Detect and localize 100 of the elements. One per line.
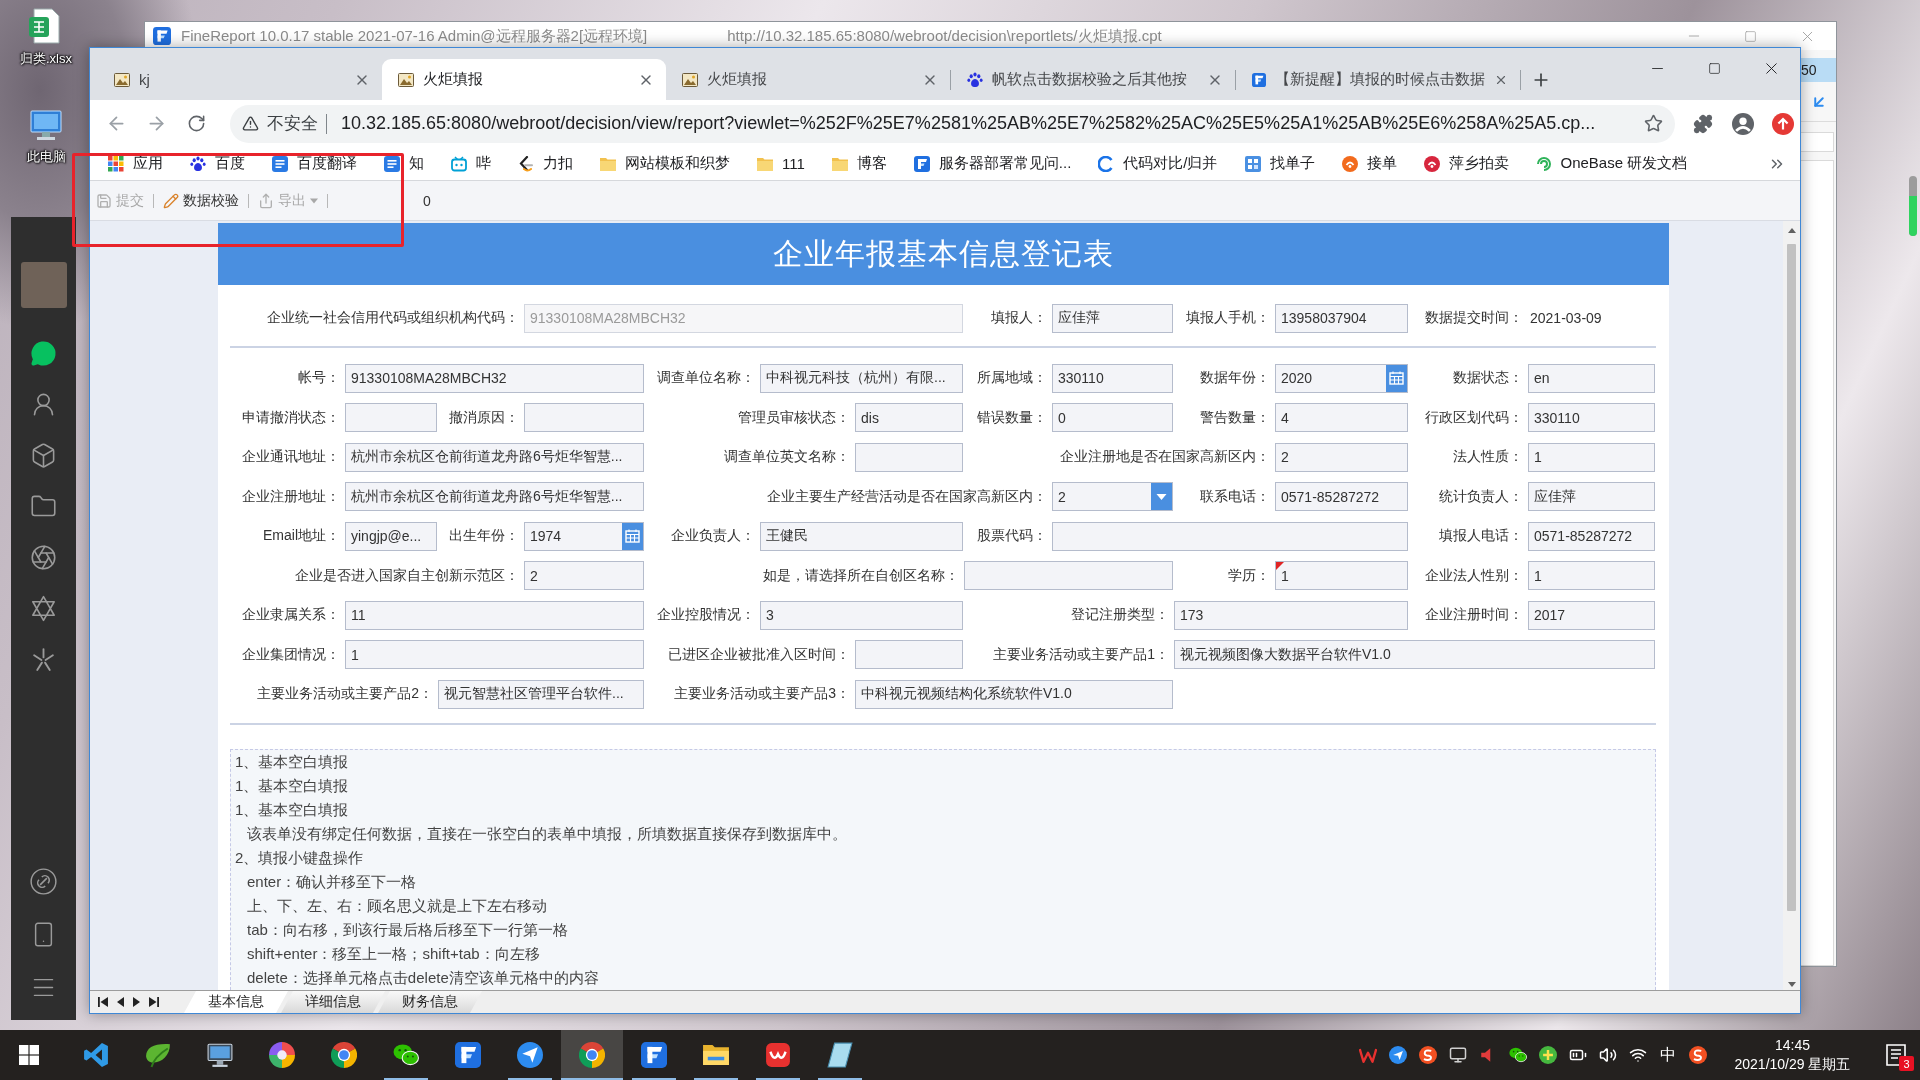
- input-field[interactable]: yingjp@e...: [345, 521, 437, 551]
- toolbar-button[interactable]: 数据校验: [159, 187, 243, 214]
- bookmark[interactable]: 力扣: [518, 154, 573, 173]
- input-field[interactable]: [855, 442, 963, 472]
- input-method-label[interactable]: 中: [1660, 1044, 1676, 1066]
- bookmark[interactable]: 代码对比/归并: [1098, 154, 1218, 173]
- last-sheet-icon[interactable]: [149, 997, 159, 1007]
- input-field[interactable]: 中科视元视频结构化系统软件V1.0: [855, 679, 1173, 709]
- sheet-tab[interactable]: 财务信息: [378, 991, 482, 1013]
- bookmark[interactable]: 百度翻译: [272, 154, 357, 173]
- scroll-thumb[interactable]: [1787, 244, 1796, 911]
- bookmark[interactable]: 博客: [831, 154, 887, 173]
- aperture-icon[interactable]: [30, 544, 57, 571]
- bookmark[interactable]: 找单子: [1244, 154, 1315, 173]
- wifi-icon[interactable]: [1629, 1046, 1647, 1064]
- profile-icon[interactable]: [1732, 112, 1754, 135]
- scroll-up-icon[interactable]: [1787, 228, 1796, 233]
- bookmark[interactable]: 萍乡拍卖: [1423, 154, 1509, 173]
- puzzle-icon[interactable]: [1693, 113, 1713, 134]
- input-field[interactable]: 视元智慧社区管理平台软件...: [438, 679, 644, 709]
- input-field[interactable]: 1: [1528, 442, 1655, 472]
- monitor-icon[interactable]: [1449, 1046, 1467, 1064]
- input-field[interactable]: [964, 561, 1173, 590]
- input-field[interactable]: 0571-85287272: [1275, 482, 1408, 511]
- first-sheet-icon[interactable]: [98, 997, 108, 1007]
- field-label: 申请撤消状态：: [242, 408, 341, 427]
- notification-icon[interactable]: [1886, 1044, 1906, 1066]
- input-field[interactable]: 2: [1275, 442, 1408, 472]
- input-field[interactable]: [524, 403, 644, 432]
- bookmark[interactable]: 哔: [451, 154, 491, 173]
- dropdown-field[interactable]: 2: [1052, 482, 1173, 511]
- input-field[interactable]: [855, 640, 963, 669]
- bookmark[interactable]: 百度: [190, 154, 245, 173]
- input-field[interactable]: 应佳萍: [1528, 482, 1655, 511]
- input-field[interactable]: [1052, 521, 1408, 551]
- bookmark[interactable]: OneBase 研发文档: [1535, 154, 1688, 173]
- input-field[interactable]: 3: [760, 600, 963, 630]
- windows-logo-icon[interactable]: [19, 1045, 39, 1065]
- previous-sheet-icon[interactable]: [117, 997, 124, 1007]
- hexagram-icon[interactable]: [30, 595, 57, 622]
- date-field[interactable]: 2020: [1275, 363, 1408, 393]
- chat-icon[interactable]: [30, 340, 57, 367]
- calendar-icon[interactable]: [622, 522, 643, 550]
- input-field[interactable]: 0571-85287272: [1528, 521, 1655, 551]
- maximize-icon[interactable]: [1708, 61, 1721, 75]
- cube-icon[interactable]: [30, 442, 57, 469]
- clock-date[interactable]: 2021/10/29 星期五: [1734, 1055, 1851, 1074]
- input-field[interactable]: en: [1528, 363, 1655, 393]
- browser-tab[interactable]: 火炬填报: [382, 59, 666, 100]
- browser-tab[interactable]: 【新提醒】填报的时候点击数据: [1236, 59, 1520, 100]
- input-field[interactable]: 330110: [1528, 403, 1655, 432]
- input-field[interactable]: 13958037904: [1275, 303, 1408, 333]
- bookmark[interactable]: 网站模板和织梦: [600, 154, 730, 173]
- clock-time[interactable]: 14:45: [1774, 1036, 1810, 1053]
- input-field[interactable]: 王健民: [760, 521, 963, 551]
- field-label: 填报人：: [991, 309, 1048, 327]
- browser-tab[interactable]: 火炬填报: [666, 59, 950, 100]
- input-field[interactable]: 杭州市余杭区仓前街道龙舟路6号炬华智慧...: [345, 442, 644, 472]
- input-field[interactable]: 1: [345, 640, 644, 669]
- input-field[interactable]: 视元视频图像大数据平台软件V1.0: [1174, 640, 1655, 669]
- bookmark[interactable]: 应用: [108, 154, 163, 173]
- bookmark[interactable]: 111: [757, 155, 805, 172]
- bookmark[interactable]: 知: [384, 154, 424, 173]
- input-field[interactable]: 2017: [1528, 600, 1655, 630]
- bookmark[interactable]: 服务器部署常见问...: [913, 154, 1072, 173]
- desktop-icon-label[interactable]: 归类.xlsx: [20, 50, 72, 68]
- browser-tab[interactable]: 帆软点击数据校验之后其他按: [951, 59, 1235, 100]
- date-field[interactable]: 1974: [524, 521, 644, 551]
- address-bar[interactable]: 不安全 10.32.185.65:8080/webroot/decision/view/report?viewlet=%252F%25E7%2581%25AB%25E7%2582%25AC%25E5%25A1%25AB%25E6%258A%25A5.cp...: [230, 104, 1675, 143]
- bookmark[interactable]: 接单: [1341, 154, 1397, 173]
- input-field[interactable]: [345, 403, 437, 432]
- next-sheet-icon[interactable]: [133, 997, 140, 1007]
- star-icon[interactable]: [1644, 114, 1663, 133]
- input-field[interactable]: 4: [1275, 403, 1408, 432]
- browser-tab[interactable]: kj: [98, 59, 382, 100]
- input-field[interactable]: 1: [1528, 561, 1655, 590]
- input-field[interactable]: 中科视元科技（杭州）有限...: [760, 363, 963, 393]
- security-label[interactable]: 不安全: [267, 112, 318, 135]
- desktop-icon-label[interactable]: 此电脑: [26, 148, 66, 166]
- input-field[interactable]: 应佳萍: [1052, 303, 1173, 333]
- reload-icon[interactable]: [186, 114, 206, 133]
- input-field[interactable]: dis: [855, 403, 963, 432]
- input-field[interactable]: 173: [1174, 600, 1408, 630]
- input-field[interactable]: 11: [345, 600, 644, 630]
- link-icon[interactable]: [30, 868, 57, 895]
- input-field[interactable]: 杭州市余杭区仓前街道龙舟路6号炬华智慧...: [345, 482, 644, 511]
- input-field[interactable]: 330110: [1052, 363, 1173, 393]
- calendar-icon[interactable]: [1386, 364, 1407, 392]
- input-field[interactable]: 2: [524, 561, 644, 590]
- computer-icon[interactable]: [29, 108, 63, 142]
- input-field[interactable]: 91330108MA28MBCH32: [345, 363, 644, 393]
- sheet-tab[interactable]: 基本信息: [184, 991, 288, 1013]
- scroll-down-icon[interactable]: [1787, 982, 1796, 987]
- input-field[interactable]: 1: [1275, 561, 1408, 590]
- volume-icon[interactable]: [1599, 1046, 1617, 1064]
- sparkle-icon[interactable]: [31, 647, 56, 672]
- caret-down-icon[interactable]: [1151, 483, 1172, 510]
- warning-icon[interactable]: [242, 115, 259, 132]
- input-field[interactable]: 0: [1052, 403, 1173, 432]
- sheet-tab[interactable]: 详细信息: [281, 991, 385, 1013]
